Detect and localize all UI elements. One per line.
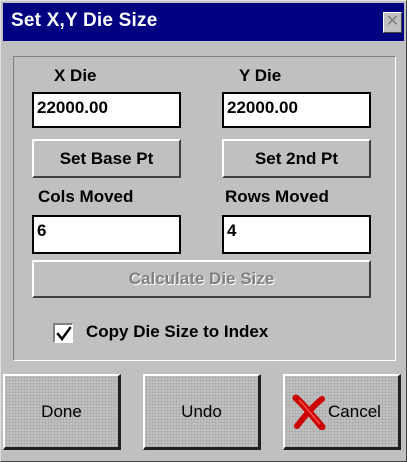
check-icon	[56, 326, 72, 341]
y-die-input[interactable]: 22000.00	[222, 92, 371, 128]
dialog-window: Set X,Y Die Size ✕ X Die Y Die 22000.00 …	[0, 0, 407, 462]
close-icon: ✕	[385, 13, 400, 30]
set-2nd-pt-button[interactable]: Set 2nd Pt	[222, 139, 371, 178]
done-button[interactable]: Done	[3, 374, 121, 450]
done-label: Done	[41, 401, 82, 421]
undo-label: Undo	[181, 401, 222, 421]
undo-button[interactable]: Undo	[143, 374, 261, 450]
x-die-input[interactable]: 22000.00	[32, 92, 181, 128]
window-title: Set X,Y Die Size	[11, 10, 158, 31]
cancel-label: Cancel	[328, 401, 381, 421]
rows-moved-input[interactable]: 4	[222, 215, 371, 254]
copy-die-size-label: Copy Die Size to Index	[86, 322, 269, 341]
x-die-label: X Die	[54, 66, 97, 85]
cancel-x-icon	[292, 394, 326, 430]
title-bar[interactable]: Set X,Y Die Size ✕	[3, 3, 404, 41]
close-button[interactable]: ✕	[383, 12, 402, 33]
cancel-button[interactable]: Cancel	[283, 374, 401, 450]
copy-die-size-checkbox[interactable]	[53, 323, 73, 343]
rows-moved-label: Rows Moved	[225, 187, 329, 206]
set-base-pt-button[interactable]: Set Base Pt	[32, 139, 181, 178]
calculate-die-size-button[interactable]: Calculate Die Size	[32, 260, 371, 298]
cols-moved-label: Cols Moved	[38, 187, 134, 206]
cols-moved-input[interactable]: 6	[32, 215, 181, 254]
y-die-label: Y Die	[239, 66, 282, 85]
